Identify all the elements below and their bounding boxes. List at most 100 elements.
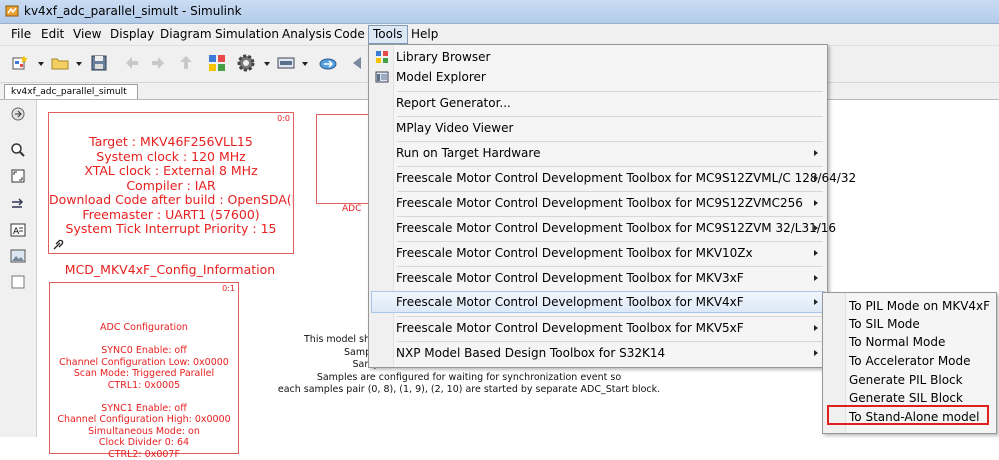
adc-config-line: Clock Divider 0: 64 [50, 437, 238, 449]
submenu-item-sil-mode[interactable]: To SIL Mode [849, 315, 920, 334]
config-line: System clock : 120 MHz [49, 150, 293, 165]
menu-item-label: Model Explorer [396, 65, 486, 90]
menu-item-label: Freescale Motor Control Development Tool… [396, 292, 744, 312]
menu-item-mctb-mkv5xf[interactable]: Freescale Motor Control Development Tool… [371, 316, 825, 341]
config-line: System Tick Interrupt Priority : 15 [49, 222, 293, 237]
simulation-step-icon[interactable] [318, 53, 338, 73]
simulink-app-icon [5, 4, 19, 18]
menu-item-label: Freescale Motor Control Development Tool… [396, 316, 744, 341]
menu-tools[interactable]: Tools [368, 25, 408, 44]
hide-browser-icon[interactable] [10, 106, 26, 122]
submenu-arrow-icon [814, 275, 818, 281]
settings-gear-icon[interactable] [236, 53, 256, 73]
adc-config-line: CTRL1: 0x0005 [50, 380, 238, 392]
menu-item-model-explorer[interactable]: Model Explorer [371, 65, 825, 90]
tools-menu: Library Browser Model Explorer Report Ge… [368, 44, 828, 368]
left-palette: A [0, 100, 37, 437]
submenu-arrow-icon [814, 299, 818, 305]
adc-config-line: ADC Configuration [50, 322, 238, 334]
annotation-icon[interactable]: A [10, 222, 26, 238]
menu-item-nxp-mbdt-s32k14[interactable]: NXP Model Based Design Toolbox for S32K1… [371, 341, 825, 366]
menu-item-report-generator[interactable]: Report Generator... [371, 91, 825, 116]
forward-arrow-icon[interactable] [148, 53, 168, 73]
menu-item-run-on-target[interactable]: Run on Target Hardware [371, 141, 825, 166]
menu-item-mctb-mkv4xf[interactable]: Freescale Motor Control Development Tool… [371, 291, 825, 313]
open-dropdown-icon[interactable] [76, 62, 82, 66]
adc-config-line: SYNC1 Enable: off [50, 403, 238, 415]
zoom-icon[interactable] [10, 142, 26, 158]
menu-analysis[interactable]: Analysis [278, 26, 335, 43]
menu-item-label: Freescale Motor Control Development Tool… [396, 166, 856, 191]
menu-item-label: Run on Target Hardware [396, 141, 540, 166]
menu-code[interactable]: Code [330, 26, 369, 43]
submenu-item-normal-mode[interactable]: To Normal Mode [849, 333, 945, 352]
highlight-box [827, 405, 989, 425]
config-line: Target : MKV46F256VLL15 [49, 135, 293, 150]
submenu-item-pil-mode[interactable]: To PIL Mode on MKV4xF [849, 297, 990, 316]
adc-config-line [50, 391, 238, 403]
submenu-item-accelerator-mode[interactable]: To Accelerator Mode [849, 352, 971, 371]
adc-configuration-block[interactable]: 0:1 ADC Configuration SYNC0 Enable: off … [49, 282, 239, 454]
save-icon[interactable] [89, 53, 109, 73]
submenu-arrow-icon [814, 350, 818, 356]
note-line: each samples pair (0, 8), (1, 9), (2, 10… [259, 384, 679, 397]
menu-item-mctb-mkv10zx[interactable]: Freescale Motor Control Development Tool… [371, 241, 825, 266]
adc-config-line: Channel Configuration Low: 0x0000 [50, 357, 238, 369]
new-dropdown-icon[interactable] [38, 62, 44, 66]
config-information-block[interactable]: 0:0 Target : MKV46F256VLL15 System clock… [48, 112, 294, 254]
signal-arrow-icon[interactable] [10, 196, 26, 212]
menu-simulation[interactable]: Simulation [211, 26, 283, 43]
back-arrow-icon[interactable] [122, 53, 142, 73]
menu-item-label: NXP Model Based Design Toolbox for S32K1… [396, 341, 665, 366]
model-explorer-icon [375, 70, 389, 84]
submenu-item-generate-pil-block[interactable]: Generate PIL Block [849, 371, 963, 390]
menu-item-mctb-mc9s12zvmc256[interactable]: Freescale Motor Control Development Tool… [371, 191, 825, 216]
menu-file[interactable]: File [7, 26, 35, 43]
image-icon[interactable] [10, 248, 26, 264]
submenu-arrow-icon [814, 200, 818, 206]
step-back-icon[interactable] [347, 53, 367, 73]
tab-model[interactable]: kv4xf_adc_parallel_simult [4, 84, 138, 99]
fit-to-view-icon[interactable] [10, 168, 26, 184]
menu-help[interactable]: Help [407, 26, 442, 43]
config-line: Freemaster : UART1 (57600) [49, 208, 293, 223]
menu-item-mctb-mc9s12zvm32[interactable]: Freescale Motor Control Development Tool… [371, 216, 825, 241]
note-line: Samples are configured for waiting for s… [259, 372, 679, 385]
menu-item-mplay-video-viewer[interactable]: MPlay Video Viewer [371, 116, 825, 141]
submenu-arrow-icon [814, 250, 818, 256]
menu-item-label: Freescale Motor Control Development Tool… [396, 216, 836, 241]
menu-diagram[interactable]: Diagram [156, 26, 216, 43]
library-browser-icon [375, 50, 389, 64]
adc-config-line: Scan Mode: Triggered Parallel [50, 368, 238, 380]
adc-config-line [50, 334, 238, 346]
link-icon [52, 239, 64, 251]
config-line: Download Code after build : OpenSDA(E: [49, 193, 293, 208]
config-line: XTAL clock : External 8 MHz [49, 164, 293, 179]
menu-item-mctb-mc9s12zvml[interactable]: Freescale Motor Control Development Tool… [371, 166, 825, 191]
menu-bar: File Edit View Display Diagram Simulatio… [0, 24, 999, 46]
submenu-arrow-icon [814, 150, 818, 156]
adc-block-small[interactable] [316, 114, 370, 204]
config-dropdown-icon[interactable] [302, 62, 308, 66]
menu-view[interactable]: View [69, 26, 105, 43]
submenu-arrow-icon [814, 325, 818, 331]
menu-edit[interactable]: Edit [37, 26, 68, 43]
adc-config-line: Simultaneous Mode: on [50, 426, 238, 438]
settings-dropdown-icon[interactable] [264, 62, 270, 66]
menu-display[interactable]: Display [106, 26, 158, 43]
menu-item-label: Freescale Motor Control Development Tool… [396, 241, 753, 266]
model-config-icon[interactable] [276, 53, 296, 73]
open-folder-icon[interactable] [50, 53, 70, 73]
window-title: kv4xf_adc_parallel_simult - Simulink [24, 4, 242, 18]
menu-item-label: Report Generator... [396, 91, 511, 116]
svg-text:A: A [13, 227, 20, 237]
block-corner-label: 0:1 [222, 284, 235, 293]
config-block-name: MCD_MKV4xF_Config_Information [48, 262, 292, 277]
up-arrow-icon[interactable] [176, 53, 196, 73]
new-model-icon[interactable] [10, 53, 30, 73]
title-bar: kv4xf_adc_parallel_simult - Simulink [0, 0, 999, 24]
menu-item-label: Freescale Motor Control Development Tool… [396, 191, 803, 216]
library-browser-icon[interactable] [207, 53, 227, 73]
area-icon[interactable] [10, 274, 26, 290]
menu-item-mctb-mkv3xf[interactable]: Freescale Motor Control Development Tool… [371, 266, 825, 291]
